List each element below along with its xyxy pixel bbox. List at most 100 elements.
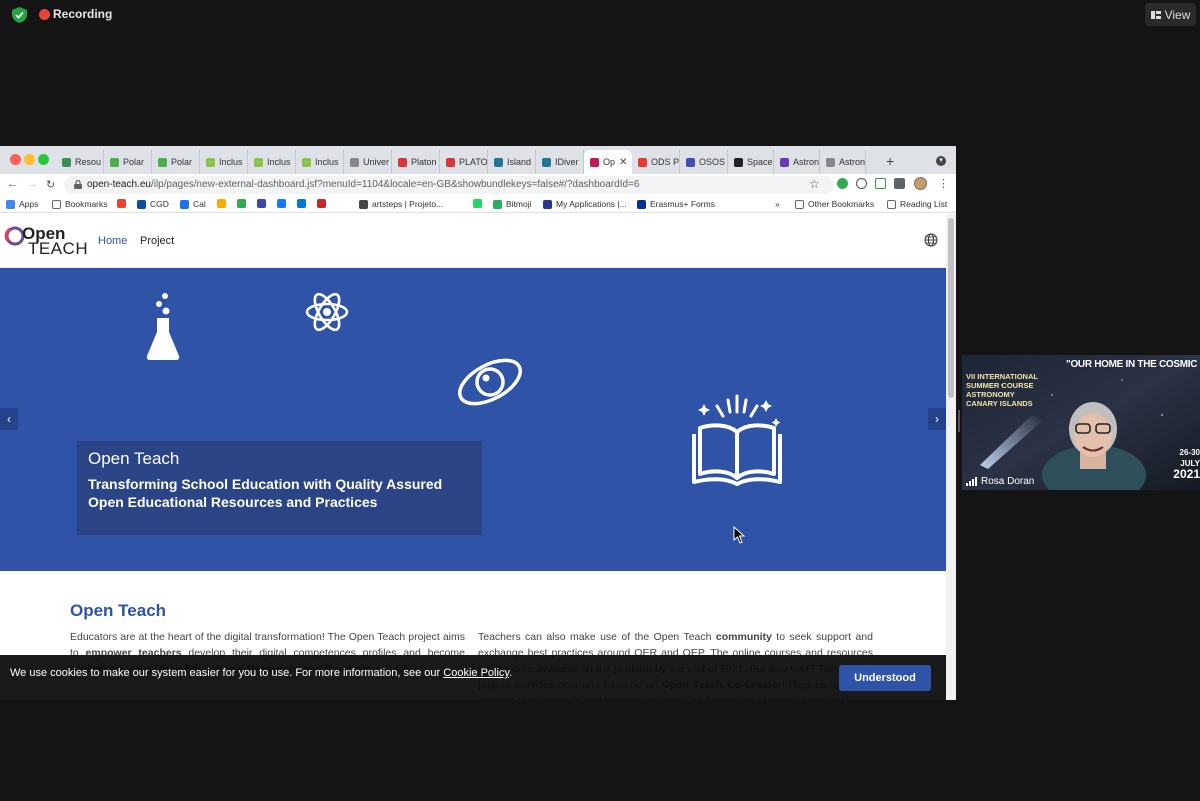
bookmark-item[interactable] [297, 199, 306, 208]
tab-label: Space [747, 157, 773, 167]
browser-menu-icon[interactable]: ⋮ [938, 177, 949, 190]
extension-green-icon[interactable] [875, 178, 886, 189]
browser-tab[interactable]: Op ✕ [584, 150, 632, 174]
bookmark-item[interactable] [277, 199, 286, 208]
bookmark-item[interactable] [257, 199, 266, 208]
forward-arrow-icon[interactable]: → [27, 178, 38, 190]
bookmark-item[interactable]: Erasmus+ Forms [637, 199, 715, 209]
tab-label: Platon [411, 157, 437, 167]
page-scrollbar[interactable] [946, 214, 956, 700]
bookmark-favicon-icon [257, 199, 266, 208]
security-shield-icon[interactable] [12, 7, 27, 23]
bookmark-item[interactable]: artsteps | Projeto... [359, 199, 443, 209]
recording-label: Recording [53, 7, 113, 21]
tab-label: Polar [171, 157, 193, 167]
browser-tab[interactable]: Inclus [248, 150, 296, 174]
browser-tab[interactable]: Polar [152, 150, 200, 174]
bookmark-label: Bookmarks [65, 199, 108, 209]
profile-avatar[interactable] [914, 177, 927, 190]
tab-favicon-icon [446, 157, 455, 167]
bookmark-favicon-icon [637, 199, 646, 209]
extension-drive-icon[interactable] [837, 178, 848, 189]
extension-info-icon[interactable] [856, 178, 867, 189]
tab-strip: Resou Polar Polar Inclus Inclus Inclus Univer P… [0, 146, 956, 174]
participant-video-tile[interactable]: "OUR HOME IN THE COSMIC OCEAN" VII INTER… [962, 355, 1200, 490]
web-page: Open TEACH Home Project ‹ › Open Teach T… [0, 214, 946, 700]
understood-button[interactable]: Understood [839, 665, 931, 691]
minimize-window-button[interactable] [24, 154, 35, 165]
tab-label: Inclus [219, 157, 243, 167]
bookmarks-overflow-button[interactable]: » [775, 199, 780, 209]
video-panel-resize-handle[interactable] [958, 410, 960, 432]
address-bar[interactable]: open-teach.eu/ilp/pages/new-external-das… [64, 176, 834, 194]
nav-home-link[interactable]: Home [98, 235, 127, 247]
scrollbar-thumb[interactable] [948, 218, 954, 398]
tab-label: ODS P [651, 157, 680, 167]
browser-tab[interactable]: Inclus [200, 150, 248, 174]
reading-list-button[interactable]: Reading List [887, 199, 947, 209]
browser-tab[interactable]: Astron [820, 150, 866, 174]
tab-label: Inclus [315, 157, 339, 167]
bookmark-favicon-icon [297, 199, 306, 208]
bookmark-item[interactable] [473, 199, 482, 208]
tab-search-button[interactable]: ▾ [936, 156, 946, 166]
browser-tab[interactable]: Space [728, 150, 774, 174]
other-bookmarks-folder[interactable]: Other Bookmarks [795, 199, 874, 209]
new-tab-button[interactable]: + [886, 153, 894, 169]
browser-tab[interactable]: Resou [56, 150, 104, 174]
zoom-top-bar: Recording View [0, 0, 1200, 30]
bookmark-item[interactable] [237, 199, 246, 208]
extensions-puzzle-icon[interactable] [894, 178, 905, 189]
browser-tab[interactable]: IDiver [536, 150, 584, 174]
browser-tab[interactable]: Polar [104, 150, 152, 174]
bookmark-label: Bitmoji [506, 199, 532, 209]
bookmark-item[interactable] [217, 199, 226, 208]
browser-tab[interactable]: Platon [392, 150, 440, 174]
maximize-window-button[interactable] [38, 154, 49, 165]
nav-project-link[interactable]: Project [140, 235, 174, 247]
bookmark-item[interactable]: Bookmarks [52, 199, 108, 209]
bookmark-item[interactable] [117, 199, 126, 208]
language-globe-icon[interactable] [924, 233, 938, 247]
reload-icon[interactable]: ↻ [46, 178, 55, 191]
browser-window: Resou Polar Polar Inclus Inclus Inclus Univer P… [0, 146, 956, 700]
bookmark-item[interactable]: My Applications |... [543, 199, 627, 209]
browser-toolbar: ← → ↻ open-teach.eu/ilp/pages/new-extern… [0, 174, 956, 196]
tab-favicon-icon [62, 157, 71, 167]
tab-favicon-icon [206, 157, 215, 167]
bookmark-favicon-icon [180, 199, 189, 209]
atom-icon [305, 292, 349, 332]
carousel-next-button[interactable]: › [928, 408, 946, 430]
hero-carousel: ‹ › Open Teach Transforming School Educa… [0, 268, 946, 571]
hero-caption: Open Teach Transforming School Education… [77, 441, 482, 535]
bookmark-item[interactable]: Bitmoji [493, 199, 532, 209]
bookmark-item[interactable]: CGD [137, 199, 169, 209]
back-arrow-icon[interactable]: ← [7, 178, 18, 190]
browser-tab[interactable]: Astron [774, 150, 820, 174]
tab-favicon-icon [254, 157, 263, 167]
video-course-line4: CANARY ISLANDS [966, 399, 1033, 408]
bookmark-item[interactable]: Cal [180, 199, 206, 209]
close-window-button[interactable] [10, 154, 21, 165]
tab-close-icon[interactable]: ✕ [619, 157, 627, 168]
open-teach-logo[interactable]: Open TEACH [4, 224, 88, 260]
browser-tab[interactable]: Inclus [296, 150, 344, 174]
bookmark-item[interactable] [317, 199, 326, 208]
bookmark-label: artsteps | Projeto... [372, 199, 444, 209]
browser-tab[interactable]: Island [488, 150, 536, 174]
browser-tab[interactable]: PLATO [440, 150, 488, 174]
video-date: 26-30 JULY 2021 [1168, 447, 1200, 481]
tab-favicon-icon [780, 157, 789, 167]
cookie-policy-link[interactable]: Cookie Policy [443, 667, 509, 679]
browser-tab[interactable]: OSOS [680, 150, 728, 174]
carousel-prev-button[interactable]: ‹ [0, 408, 18, 430]
url-host: open-teach.eu [87, 179, 151, 190]
view-button[interactable]: View [1145, 3, 1196, 26]
bookmark-favicon-icon [6, 199, 15, 209]
hero-title: Open Teach [88, 449, 180, 468]
bookmark-favicon-icon [117, 199, 126, 208]
bookmark-star-icon[interactable]: ☆ [809, 177, 820, 191]
browser-tab[interactable]: ODS P [632, 150, 680, 174]
bookmark-item[interactable]: Apps [6, 199, 38, 209]
browser-tab[interactable]: Univer [344, 150, 392, 174]
